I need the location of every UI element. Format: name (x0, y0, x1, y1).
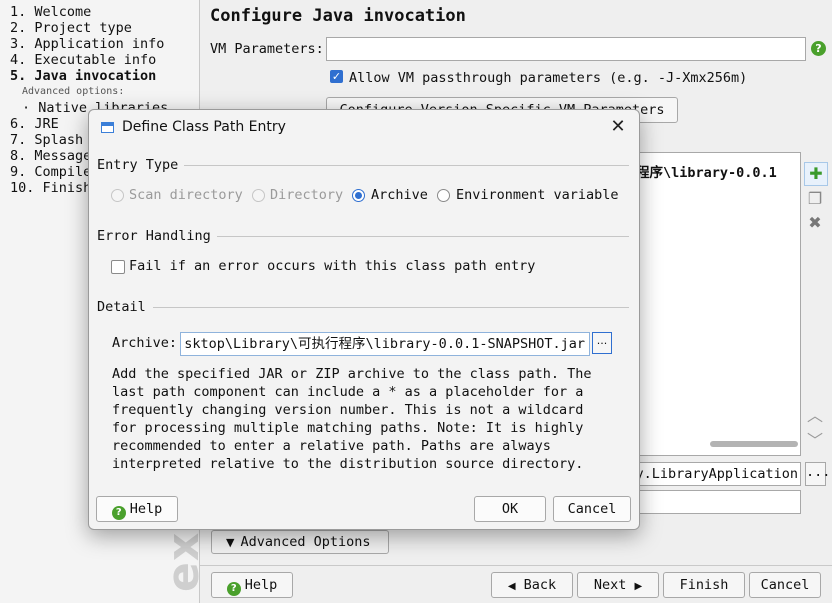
next-button-label: Next (593, 577, 627, 593)
step-welcome[interactable]: 1. Welcome (10, 4, 91, 20)
step-project-type[interactable]: 2. Project type (10, 20, 132, 36)
cancel-button[interactable]: Cancel (749, 572, 821, 598)
step-compiler[interactable]: 9. Compiler (10, 164, 99, 180)
dropdown-triangle-icon: ▼ (226, 536, 235, 549)
class-path-entry[interactable]: 程序\library-0.0.1 (636, 161, 777, 181)
directory-label: Directory (270, 187, 344, 203)
scan-directory-label: Scan directory (129, 187, 243, 203)
step-application-info[interactable]: 3. Application info (10, 36, 164, 52)
add-entry-icon[interactable]: ✚ (804, 162, 828, 186)
advanced-options-label: Advanced Options (240, 534, 371, 550)
help-icon: ? (111, 506, 126, 520)
archive-radio-label[interactable]: Archive (371, 187, 428, 203)
archive-description: Add the specified JAR or ZIP archive to … (112, 366, 592, 472)
step-messages[interactable]: 8. Messages (10, 148, 99, 164)
fail-on-error-label[interactable]: Fail if an error occurs with this class … (129, 258, 535, 274)
step-executable-info[interactable]: 4. Executable info (10, 52, 156, 68)
main-class-value: y.LibraryApplication (635, 466, 798, 482)
move-up-icon[interactable]: ︿ (804, 405, 826, 427)
scan-directory-radio (111, 189, 124, 202)
entry-type-divider (181, 165, 629, 166)
back-arrow-icon: ◀ (507, 581, 516, 592)
step-finish[interactable]: 10. Finish (10, 180, 91, 196)
step-java-invocation[interactable]: 5. Java invocation (10, 68, 156, 84)
error-handling-divider (211, 236, 629, 237)
fail-on-error-checkbox[interactable] (111, 260, 125, 274)
help-button[interactable]: ? Help (211, 572, 293, 598)
define-class-path-entry-dialog: Define Class Path Entry ✕ Entry Type Sca… (88, 109, 640, 530)
dialog-cancel-button[interactable]: Cancel (553, 496, 631, 522)
bottom-divider (200, 565, 832, 566)
detail-divider (153, 307, 629, 308)
close-icon[interactable]: ✕ (605, 116, 631, 138)
dialog-help-button[interactable]: ? Help (96, 496, 178, 522)
advanced-options-heading: Advanced options: (22, 86, 125, 97)
page-title: Configure Java invocation (210, 6, 466, 26)
help-button-label: Help (244, 577, 278, 593)
main-class-browse-button[interactable]: ... (805, 462, 830, 486)
remove-entry-icon[interactable]: ✖ (804, 212, 826, 234)
next-button[interactable]: Next ▶ (577, 572, 659, 598)
ok-button[interactable]: OK (474, 496, 546, 522)
detail-heading: Detail (97, 299, 152, 315)
entry-type-heading: Entry Type (97, 157, 185, 173)
archive-path-input[interactable]: sktop\Library\可执行程序\library-0.0.1-SNAPSH… (180, 332, 590, 356)
environment-variable-radio[interactable] (437, 189, 450, 202)
copy-entry-icon[interactable]: ❐ (804, 188, 826, 210)
passthrough-checkbox[interactable]: ✓ (330, 70, 343, 83)
vm-parameters-input[interactable] (326, 37, 806, 61)
move-down-icon[interactable]: ﹀ (804, 430, 826, 452)
back-button[interactable]: ◀ Back (491, 572, 573, 598)
next-arrow-icon: ▶ (634, 581, 643, 592)
horizontal-scrollbar[interactable] (710, 441, 798, 447)
advanced-options-button[interactable]: ▼ Advanced Options (211, 530, 389, 554)
archive-field-label: Archive: (112, 335, 178, 351)
directory-radio (252, 189, 265, 202)
step-jre[interactable]: 6. JRE (10, 116, 59, 132)
dialog-title: Define Class Path Entry (122, 119, 286, 135)
vm-parameters-label: VM Parameters: (210, 41, 324, 57)
environment-variable-label[interactable]: Environment variable (456, 187, 619, 203)
archive-radio[interactable] (352, 189, 365, 202)
help-icon[interactable]: ? (811, 41, 826, 56)
error-handling-heading: Error Handling (97, 228, 217, 244)
archive-browse-button[interactable]: ... (592, 332, 612, 354)
back-button-label: Back (523, 577, 557, 593)
dialog-help-label: Help (129, 501, 163, 517)
finish-button[interactable]: Finish (663, 572, 745, 598)
passthrough-label: Allow VM passthrough parameters (e.g. -J… (349, 70, 748, 86)
window-icon (101, 122, 114, 133)
help-icon: ? (226, 582, 241, 596)
step-splash[interactable]: 7. Splash (10, 132, 83, 148)
archive-path-value: sktop\Library\可执行程序\library-0.0.1-SNAPSH… (184, 336, 585, 352)
